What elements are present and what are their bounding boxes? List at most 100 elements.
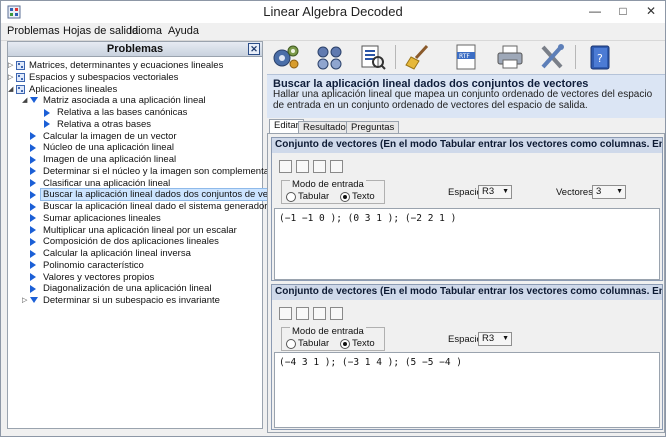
grid-icon[interactable] [279, 307, 292, 320]
checklist-icon[interactable] [357, 43, 387, 71]
copy-icon[interactable] [296, 307, 309, 320]
tree-item[interactable]: Calcular la aplicación lineal inversa [8, 248, 262, 259]
toolbar-separator [575, 45, 576, 69]
problem-description: Buscar la aplicación lineal dados dos co… [267, 74, 665, 118]
triangle-icon [44, 120, 50, 129]
triangle-icon [30, 190, 36, 199]
tree-item[interactable]: Determinar si el núcleo y la imagen son … [8, 166, 284, 177]
tools-icon[interactable] [537, 43, 567, 71]
tree-item-label: Composición de dos aplicaciones lineales [43, 236, 219, 248]
expand-toggle-icon[interactable]: ▷ [8, 72, 13, 83]
space-select[interactable]: R3 ▼ [478, 185, 512, 199]
menu-hojas-de-salida[interactable]: Hojas de salida [63, 25, 138, 37]
tree-item[interactable]: Buscar la aplicación lineal dados dos co… [8, 188, 297, 202]
triangle-icon [44, 108, 50, 117]
space-label: Espacio [448, 187, 482, 198]
tree-item[interactable]: Núcleo de una aplicación lineal [8, 142, 262, 153]
tree-item-label: Matrices, determinantes y ecuaciones lin… [29, 60, 224, 71]
collapse-toggle-icon[interactable]: ◢ [8, 84, 13, 95]
tree-item[interactable]: Imagen de una aplicación lineal [8, 154, 262, 165]
tree-item-label: Relativa a otras bases [57, 118, 151, 130]
tree-item[interactable]: Calcular la imagen de un vector [8, 131, 262, 142]
eraser-icon[interactable] [330, 307, 343, 320]
vector-text-input-2[interactable]: (−4 3 1 ); (−3 1 4 ); (5 −5 −4 ) [274, 352, 660, 428]
solve-gears-icon[interactable] [271, 43, 301, 71]
tree-item[interactable]: ◢ Matriz asociada a una aplicación lineal [8, 95, 262, 106]
folder-icon [16, 72, 25, 82]
problems-panel: Problemas ✕ ▷ Matrices, determinantes y e… [7, 41, 303, 429]
vector-text-input-1[interactable]: (−1 −1 0 ); (0 3 1 ); (−2 2 1 ) [274, 208, 660, 280]
tree-item[interactable]: ◢ Aplicaciones lineales [8, 84, 262, 95]
tree-item[interactable]: Composición de dos aplicaciones lineales [8, 236, 262, 247]
menu-problemas[interactable]: Problemas [7, 25, 60, 37]
problem-description-text: Hallar una aplicación lineal que mapea u… [273, 89, 653, 111]
input-mode-group-1: Modo de entrada Tabular Texto [281, 180, 385, 204]
tree-item[interactable]: Clasificar una aplicación lineal [8, 178, 262, 189]
print-icon[interactable] [495, 43, 525, 71]
triangle-icon [30, 214, 36, 223]
eraser-icon[interactable] [330, 160, 343, 173]
tree-item[interactable]: Multiplicar una aplicación lineal por un… [8, 225, 262, 236]
problems-panel-header: Problemas ✕ [8, 42, 262, 57]
expanded-triangle-icon [30, 297, 38, 303]
radio-texto[interactable] [340, 192, 350, 202]
triangle-icon [30, 179, 36, 187]
triangle-icon [30, 226, 36, 234]
vector-set-header-1: Conjunto de vectores (En el modo Tabular… [272, 138, 662, 153]
space-select[interactable]: R3 ▼ [478, 332, 512, 346]
collapse-toggle-icon[interactable]: ◢ [22, 95, 27, 106]
close-window-button[interactable]: ✕ [637, 1, 665, 21]
tree-item[interactable]: Relativa a las bases canónicas [8, 107, 262, 118]
folder-icon [16, 84, 25, 94]
paste-icon[interactable] [313, 160, 326, 173]
grid-icon[interactable] [279, 160, 292, 173]
close-panel-icon[interactable]: ✕ [248, 43, 260, 55]
svg-text:?: ? [597, 52, 603, 65]
copy-icon[interactable] [296, 160, 309, 173]
expand-toggle-icon[interactable]: ▷ [8, 60, 13, 71]
radio-tabular[interactable] [286, 192, 296, 202]
tree-item-label: Núcleo de una aplicación lineal [43, 142, 174, 154]
triangle-icon [30, 249, 36, 258]
radio-tabular[interactable] [286, 339, 296, 349]
chevron-down-icon: ▼ [616, 188, 623, 195]
vectors-count-value: 3 [596, 186, 602, 197]
tree-item[interactable]: Valores y vectores propios [8, 272, 262, 283]
triangle-icon [30, 284, 36, 293]
maximize-button[interactable]: □ [609, 1, 637, 21]
tree-item-label: Valores y vectores propios [43, 271, 155, 283]
triangle-icon [30, 237, 36, 246]
tree-item[interactable]: Polinomio característico [8, 260, 262, 271]
toolbar-separator [395, 45, 396, 69]
triangle-icon [30, 202, 36, 211]
title-bar: Linear Algebra Decoded — □ ✕ [1, 1, 665, 23]
vectors-icon[interactable] [315, 43, 345, 71]
tree-item-label: Diagonalización de una aplicación lineal [43, 283, 212, 295]
tree-item-label: Polinomio característico [43, 259, 144, 271]
tree-item[interactable]: ▷ Determinar si un subespacio es invarian… [8, 295, 262, 306]
tree-item-label: Espacios y subespacios vectoriales [29, 71, 179, 83]
triangle-icon [30, 261, 36, 270]
app-window: Linear Algebra Decoded — □ ✕ Problemas H… [0, 0, 666, 437]
tree-item[interactable]: Sumar aplicaciones lineales [8, 213, 262, 224]
svg-text:RTF: RTF [459, 53, 470, 60]
vectors-count-select[interactable]: 3 ▼ [592, 185, 626, 199]
menu-idioma[interactable]: Idioma [129, 25, 162, 37]
rtf-export-icon[interactable]: RTF [451, 43, 481, 71]
minimize-button[interactable]: — [581, 1, 609, 21]
menu-ayuda[interactable]: Ayuda [168, 25, 199, 37]
expand-toggle-icon[interactable]: ▷ [22, 295, 27, 306]
tree-item[interactable]: ▷ Espacios y subespacios vectoriales [8, 72, 262, 83]
tree-item-label: Clasificar una aplicación lineal [43, 177, 171, 189]
broom-icon[interactable] [403, 43, 433, 71]
vectors-label: Vectores [556, 187, 593, 198]
paste-icon[interactable] [313, 307, 326, 320]
radio-texto[interactable] [340, 339, 350, 349]
menu-bar: Problemas Hojas de salida Idioma Ayuda [1, 23, 665, 41]
tree-item[interactable]: Buscar la aplicación lineal dado el sist… [8, 201, 303, 212]
tree-item[interactable]: Relativa a otras bases [8, 119, 262, 130]
tree-item-label: Matriz asociada a una aplicación lineal [43, 95, 206, 107]
help-book-icon[interactable]: ? [585, 43, 615, 71]
tree-item[interactable]: ▷ Matrices, determinantes y ecuaciones li… [8, 60, 262, 71]
tree-item[interactable]: Diagonalización de una aplicación lineal [8, 283, 262, 294]
